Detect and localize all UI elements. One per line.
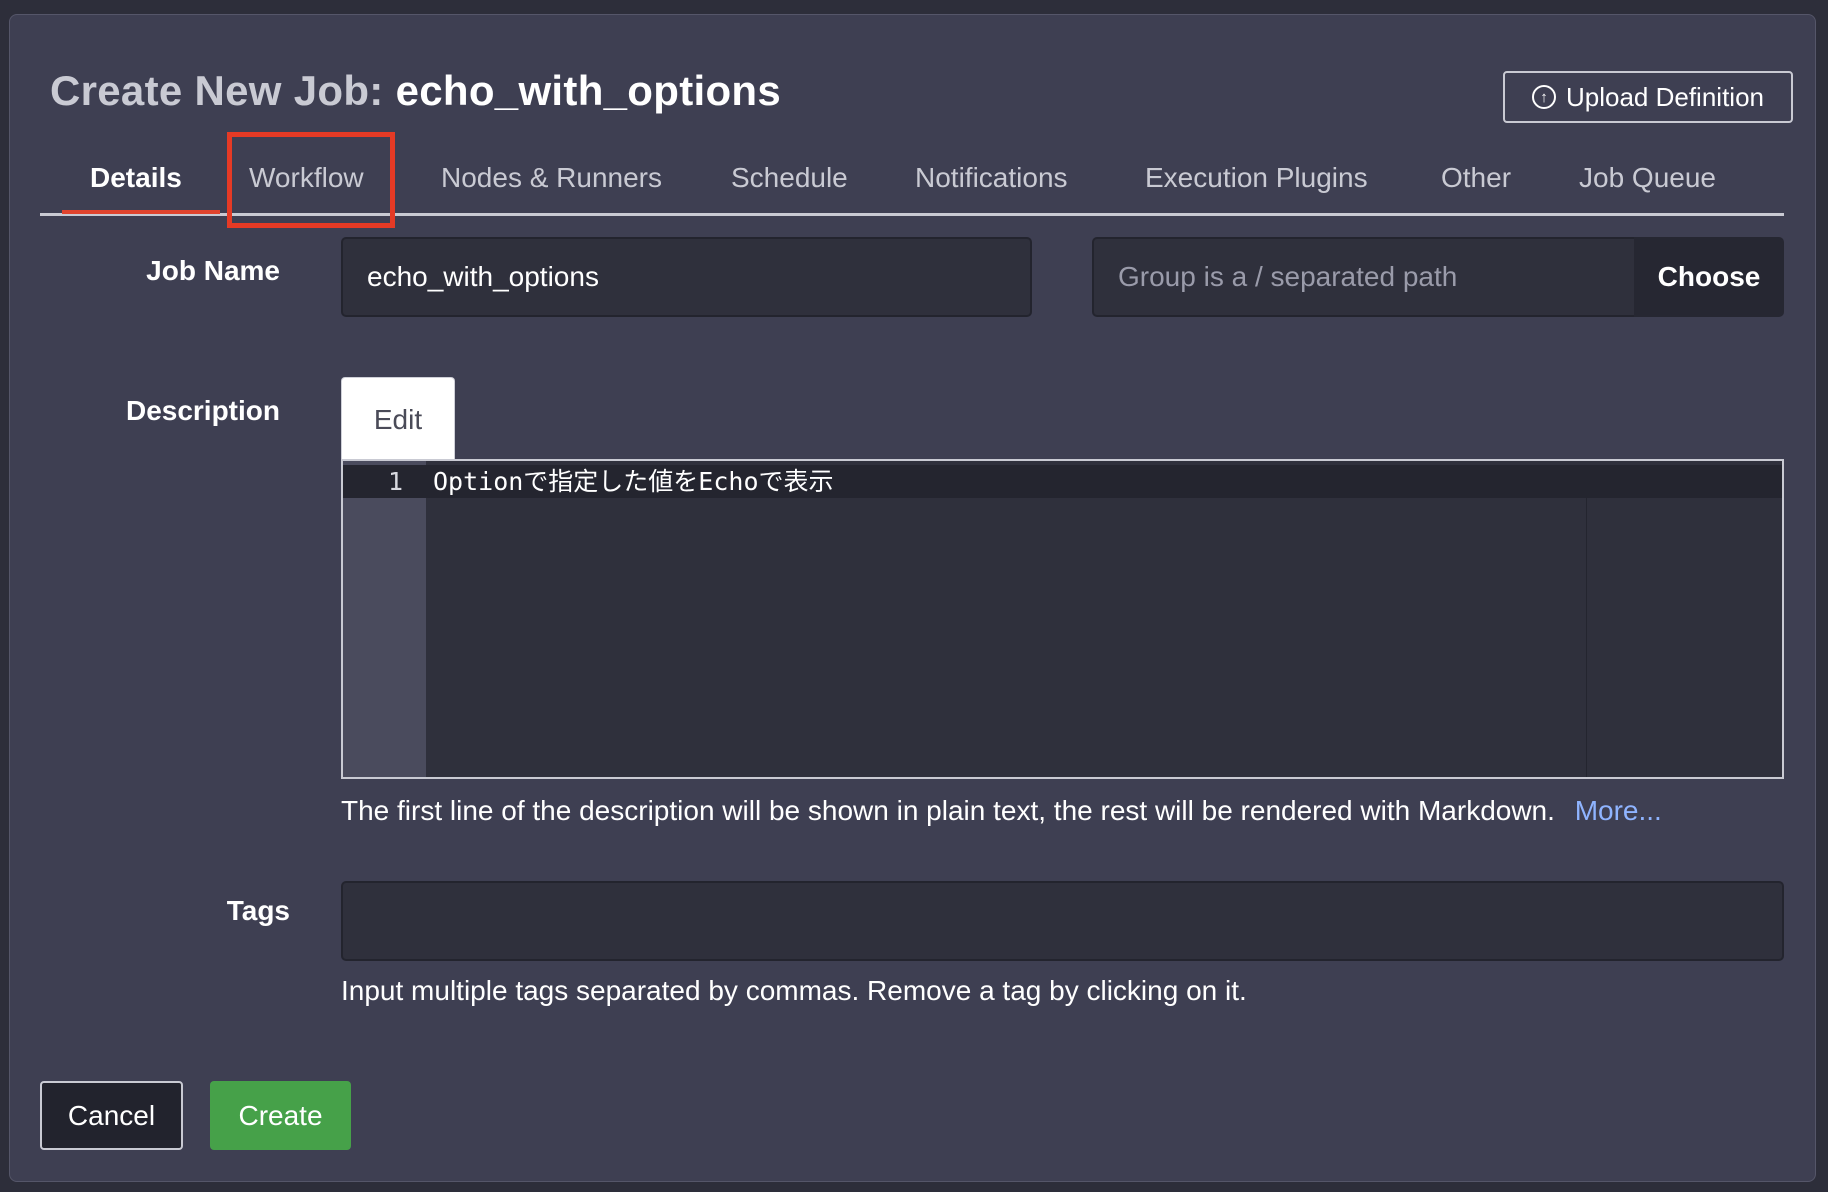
- tags-label: Tags: [226, 895, 290, 926]
- tab-job-queue[interactable]: Job Queue: [1579, 162, 1716, 194]
- editor-print-margin: [1586, 498, 1587, 777]
- page-title-prefix: Create New Job:: [50, 67, 384, 114]
- upload-definition-label: Upload Definition: [1565, 81, 1764, 112]
- active-tab-indicator: [62, 210, 220, 214]
- description-label: Description: [125, 395, 280, 426]
- more-link[interactable]: More...: [1575, 795, 1662, 826]
- tab-nodes-runners[interactable]: Nodes & Runners: [441, 162, 662, 194]
- editor-line-number: 1: [387, 467, 403, 496]
- group-path-input[interactable]: Group is a / separated path: [1092, 237, 1640, 317]
- workflow-tab-highlight: [227, 132, 395, 228]
- page-title: Create New Job: echo_with_options: [50, 67, 781, 115]
- editor-gutter: [343, 461, 426, 777]
- editor-line-text[interactable]: Optionで指定した値をEchoで表示: [433, 465, 834, 498]
- tab-other[interactable]: Other: [1441, 162, 1511, 194]
- description-edit-tab[interactable]: Edit: [341, 377, 455, 461]
- tab-details[interactable]: Details: [90, 162, 182, 194]
- description-editor[interactable]: 1 Optionで指定した値をEchoで表示: [341, 459, 1784, 779]
- description-help-text: The first line of the description will b…: [341, 795, 1555, 826]
- description-help: The first line of the description will b…: [341, 795, 1662, 827]
- cancel-button[interactable]: Cancel: [40, 1081, 183, 1150]
- tab-schedule[interactable]: Schedule: [731, 162, 848, 194]
- page-title-job-name: echo_with_options: [395, 67, 782, 114]
- tab-execution-plugins[interactable]: Execution Plugins: [1145, 162, 1368, 194]
- job-name-input[interactable]: echo_with_options: [341, 237, 1032, 317]
- upload-icon: ↑: [1531, 85, 1556, 109]
- upload-definition-button[interactable]: ↑ Upload Definition: [1503, 71, 1793, 123]
- create-button[interactable]: Create: [210, 1081, 351, 1150]
- tab-notifications[interactable]: Notifications: [915, 162, 1068, 194]
- tags-input[interactable]: [341, 881, 1784, 961]
- choose-group-button[interactable]: Choose: [1634, 237, 1784, 317]
- job-name-label: Job Name: [146, 255, 280, 286]
- tags-help: Input multiple tags separated by commas.…: [341, 975, 1247, 1006]
